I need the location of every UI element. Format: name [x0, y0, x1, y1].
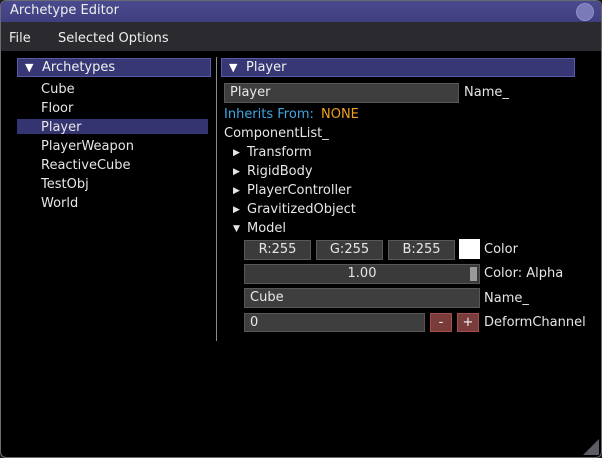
alpha-value: 1.00 — [347, 266, 377, 281]
collapse-triangle-icon: ▼ — [229, 61, 238, 74]
color-swatch[interactable] — [459, 239, 480, 259]
collapse-triangle-icon: ▼ — [25, 61, 34, 74]
inherits-from-label: Inherits From: — [224, 107, 314, 122]
archetype-item-floor[interactable]: Floor — [41, 101, 73, 116]
archetype-name-input[interactable]: Player — [224, 83, 459, 103]
deform-channel-label: DeformChannel — [484, 315, 586, 330]
mesh-name-input[interactable]: Cube — [244, 288, 480, 308]
expand-arrow-icon[interactable]: ▶ — [233, 205, 240, 215]
archetypes-header[interactable]: ▼ Archetypes — [17, 58, 211, 77]
resize-grip-icon[interactable] — [583, 439, 599, 455]
slider-grab-handle[interactable] — [470, 267, 477, 281]
title-bar[interactable]: Archetype Editor — [1, 1, 601, 22]
window-title: Archetype Editor — [10, 3, 119, 18]
component-model[interactable]: Model — [247, 221, 286, 236]
name-label: Name_ — [464, 85, 509, 100]
color-green-button[interactable]: G:255 — [316, 240, 383, 260]
component-list-label: ComponentList_ — [224, 126, 329, 141]
component-gravitizedobject[interactable]: GravitizedObject — [247, 202, 356, 217]
expand-arrow-icon[interactable]: ▶ — [233, 167, 240, 177]
alpha-slider[interactable]: 1.00 — [244, 264, 480, 284]
player-header-label: Player — [246, 60, 287, 75]
inherits-from-value[interactable]: NONE — [321, 107, 359, 122]
panel-divider[interactable] — [216, 57, 217, 341]
archetype-item-testobj[interactable]: TestObj — [41, 177, 89, 192]
deform-channel-input[interactable]: 0 — [244, 313, 425, 332]
archetype-item-cube[interactable]: Cube — [41, 82, 75, 97]
archetypes-header-label: Archetypes — [42, 60, 116, 75]
color-blue-button[interactable]: B:255 — [388, 240, 455, 260]
menu-file[interactable]: File — [9, 31, 31, 46]
archetype-editor-window: Archetype Editor File Selected Options ▼… — [0, 0, 602, 458]
increment-button[interactable]: + — [457, 313, 479, 332]
mesh-name-label: Name_ — [484, 291, 529, 306]
menu-selected-options[interactable]: Selected Options — [58, 31, 169, 46]
decrement-button[interactable]: - — [430, 313, 452, 332]
menu-bar: File Selected Options — [1, 22, 601, 51]
component-playercontroller[interactable]: PlayerController — [247, 183, 351, 198]
archetype-item-world[interactable]: World — [41, 196, 78, 211]
color-label: Color — [484, 242, 518, 257]
color-red-button[interactable]: R:255 — [244, 240, 311, 260]
component-transform[interactable]: Transform — [247, 145, 312, 160]
collapse-button[interactable] — [576, 3, 594, 21]
expand-arrow-icon[interactable]: ▶ — [233, 186, 240, 196]
alpha-label: Color: Alpha — [484, 266, 564, 281]
expand-arrow-icon[interactable]: ▶ — [233, 148, 240, 158]
player-header[interactable]: ▼ Player — [221, 58, 575, 77]
component-rigidbody[interactable]: RigidBody — [247, 164, 313, 179]
archetype-item-player[interactable]: Player — [41, 120, 81, 135]
archetype-item-playerweapon[interactable]: PlayerWeapon — [41, 139, 134, 154]
collapse-arrow-icon[interactable]: ▼ — [233, 224, 240, 234]
archetype-item-reactivecube[interactable]: ReactiveCube — [41, 158, 131, 173]
